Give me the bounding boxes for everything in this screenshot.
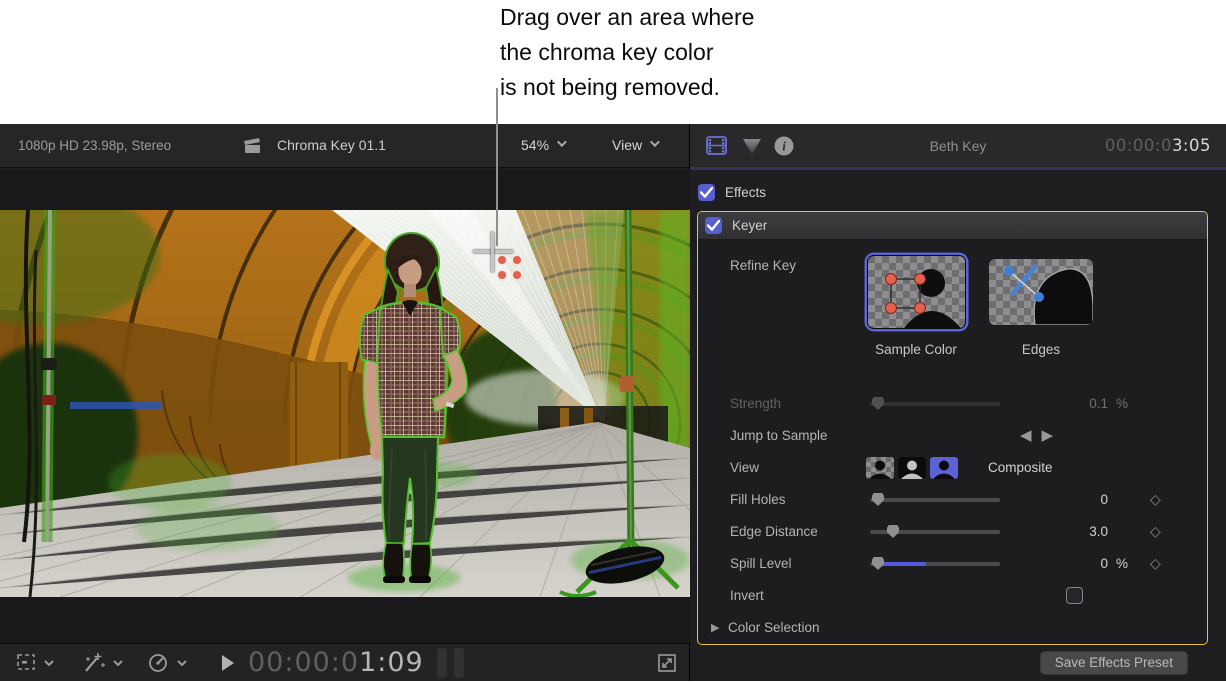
disclosure-triangle-icon[interactable]: ▶: [711, 621, 719, 634]
sample-color-label: Sample Color: [856, 342, 976, 357]
effects-label: Effects: [725, 185, 766, 200]
marquee-handle[interactable]: [498, 271, 506, 279]
jump-sample-arrows[interactable]: ◀▶: [1020, 426, 1063, 444]
marquee-handle[interactable]: [513, 271, 521, 279]
callout-line-1: Drag over an area where: [500, 0, 754, 35]
strength-unit: %: [1116, 396, 1128, 411]
invert-label: Invert: [730, 588, 764, 603]
callout-line-2: the chroma key color: [500, 35, 754, 70]
edge-distance-label: Edge Distance: [730, 524, 818, 539]
viewer-image: [0, 210, 690, 597]
clip-duration-timecode: 00:00:03:05: [1105, 136, 1211, 155]
fill-holes-row: Fill Holes 0 ◇: [698, 484, 1207, 516]
effects-section: Effects: [698, 180, 766, 204]
keyer-effect-section: Keyer Refine Key: [697, 211, 1208, 645]
retime-menu[interactable]: [146, 651, 190, 680]
play-icon[interactable]: [221, 655, 235, 676]
inspector-header: i Beth Key 00:00:03:05: [690, 124, 1226, 167]
keyer-title: Keyer: [732, 218, 767, 233]
chevron-down-icon: [650, 137, 660, 147]
callout-pointer-line: [496, 88, 498, 246]
audio-meter[interactable]: [454, 648, 464, 678]
edge-distance-slider-thumb[interactable]: [887, 525, 899, 538]
viewer-toolbar: 1080p HD 23.98p, Stereo Chroma Key 01.1 …: [0, 124, 689, 168]
playhead-timecode[interactable]: 00:00:01:09: [248, 647, 424, 678]
refine-key-row: Refine Key: [698, 240, 1207, 388]
edge-distance-slider[interactable]: [870, 530, 1000, 534]
view-foreground-button[interactable]: [898, 457, 926, 479]
inspector-panel: i Beth Key 00:00:03:05 Effects Keyer: [690, 124, 1226, 681]
keyer-checkbox[interactable]: [705, 217, 722, 234]
chevron-down-icon: [557, 137, 567, 147]
view-mode-buttons: [866, 457, 958, 479]
callout-line-3: is not being removed.: [500, 70, 754, 105]
edge-distance-value: 3.0: [1028, 524, 1108, 539]
marquee-handle[interactable]: [498, 256, 506, 264]
fill-holes-value: 0: [1028, 492, 1108, 507]
format-info: 1080p HD 23.98p, Stereo: [18, 138, 171, 153]
clip-title: Chroma Key 01.1: [277, 137, 386, 153]
screenshot-root: Drag over an area where the chroma key c…: [0, 0, 1226, 684]
invert-checkbox[interactable]: [1066, 587, 1083, 604]
keyframe-diamond-icon[interactable]: ◇: [1150, 523, 1161, 540]
callout-text: Drag over an area where the chroma key c…: [500, 0, 754, 105]
keyframe-diamond-icon[interactable]: ◇: [1150, 491, 1161, 508]
zoom-menu[interactable]: 54%: [521, 137, 564, 153]
spill-level-slider-thumb[interactable]: [872, 557, 884, 570]
spill-level-row: Spill Level 0 % ◇: [698, 548, 1207, 580]
jump-to-sample-label: Jump to Sample: [730, 428, 828, 443]
audio-meter[interactable]: [437, 648, 447, 678]
crosshair-icon[interactable]: [491, 232, 494, 272]
edges-label: Edges: [981, 342, 1101, 357]
invert-row: Invert: [698, 580, 1207, 612]
inspector-divider: [690, 167, 1226, 170]
strength-value: 0.1: [1028, 396, 1108, 411]
view-row: View Composite: [698, 452, 1207, 484]
marquee-handle[interactable]: [513, 256, 521, 264]
keyer-header[interactable]: Keyer: [698, 212, 1207, 240]
keyframe-diamond-icon[interactable]: ◇: [1150, 555, 1161, 572]
view-menu[interactable]: View: [612, 137, 657, 153]
sample-color-marquee[interactable]: [501, 259, 518, 276]
transform-tool-menu[interactable]: [14, 651, 56, 680]
spill-level-value: 0: [1028, 556, 1108, 571]
spill-level-unit: %: [1116, 556, 1128, 571]
spill-level-label: Spill Level: [730, 556, 792, 571]
view-mode-value: Composite: [988, 460, 1053, 475]
expand-icon[interactable]: [656, 652, 678, 679]
strength-label: Strength: [730, 396, 781, 411]
spill-level-slider[interactable]: [870, 562, 1000, 566]
viewer-canvas[interactable]: [0, 169, 690, 643]
viewer-pane: 1080p HD 23.98p, Stereo Chroma Key 01.1 …: [0, 124, 690, 681]
color-selection-label: Color Selection: [728, 620, 820, 635]
edge-distance-row: Edge Distance 3.0 ◇: [698, 516, 1207, 548]
fill-holes-slider-thumb[interactable]: [872, 493, 884, 506]
jump-to-sample-row: Jump to Sample ◀▶: [698, 420, 1207, 452]
view-matte-button[interactable]: [866, 457, 894, 479]
view-composite-button[interactable]: [930, 457, 958, 479]
color-selection-row: ▶ Color Selection: [698, 612, 1207, 644]
viewer-transport-bar: 00:00:01:09: [0, 643, 689, 681]
fcp-window: 1080p HD 23.98p, Stereo Chroma Key 01.1 …: [0, 124, 1226, 681]
view-label: View: [730, 460, 759, 475]
edges-button[interactable]: [989, 259, 1093, 325]
save-effects-preset-button[interactable]: Save Effects Preset: [1040, 651, 1188, 675]
strength-row: Strength 0.1 %: [698, 388, 1207, 420]
effects-checkbox[interactable]: [698, 184, 715, 201]
fill-holes-label: Fill Holes: [730, 492, 786, 507]
enhancements-wand-menu[interactable]: [80, 651, 126, 680]
clapperboard-icon: [241, 135, 263, 162]
fill-holes-slider[interactable]: [870, 498, 1000, 502]
sample-color-button[interactable]: [868, 256, 965, 328]
strength-slider[interactable]: [870, 402, 1000, 406]
strength-slider-thumb[interactable]: [872, 397, 884, 410]
refine-key-label: Refine Key: [730, 258, 796, 273]
